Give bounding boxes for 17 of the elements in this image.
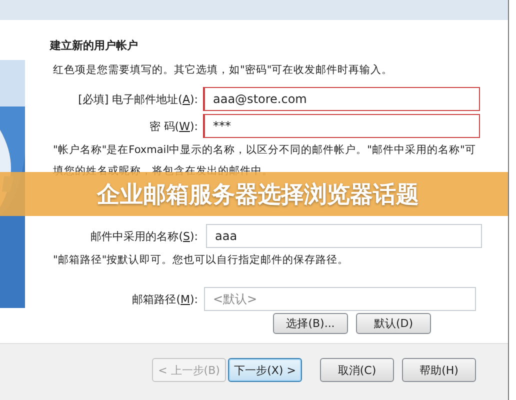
field-label: 邮件中采用的名称(S):	[90, 228, 199, 244]
field-label: 密 码(W):	[148, 118, 199, 134]
instruction-text: 红色项是您需要填写的。其它选填，如"密码"可在收发邮件时再输入。	[53, 63, 394, 77]
dialog-button[interactable]: 选择(B)...	[273, 313, 348, 334]
dialog-button[interactable]: 下一步(X) >	[228, 358, 302, 382]
description-text: "邮箱路径"按默认即可。您也可以自行指定邮件的保存路径。	[53, 253, 350, 268]
dialog-button[interactable]: 帮助(H)	[402, 358, 476, 382]
input-field[interactable]: aaa@store.com	[204, 87, 480, 111]
dialog-button[interactable]: 取消(C)	[320, 358, 394, 382]
section-heading: 建立新的用户帐户	[50, 38, 139, 54]
input-field[interactable]: ***	[204, 114, 480, 138]
input-field[interactable]: <默认>	[204, 287, 476, 311]
input-field[interactable]: aaa	[206, 224, 482, 248]
dialog-button[interactable]: 默认(D)	[356, 313, 431, 334]
field-label: 邮箱路径(M):	[131, 292, 199, 306]
field-label: [必填] 电子邮件地址(A):	[77, 92, 199, 106]
banner-title: 企业邮箱服务器选择浏览器话题	[97, 180, 419, 210]
